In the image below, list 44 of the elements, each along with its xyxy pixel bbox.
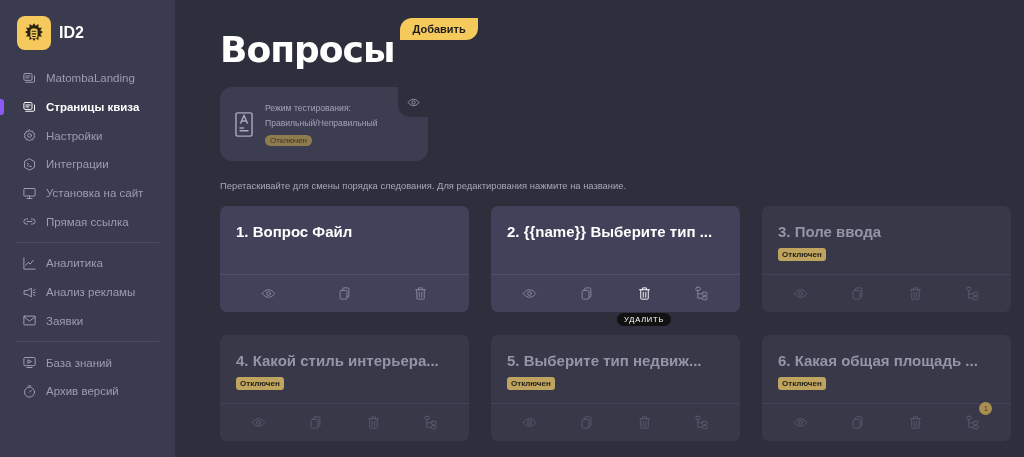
mail-icon (22, 313, 37, 329)
eye-icon[interactable] (522, 286, 538, 301)
brand-name: ID2 (59, 24, 84, 42)
question-card[interactable]: 1. Вопрос Файл (220, 206, 469, 312)
page-title: Вопросы (220, 29, 395, 70)
hint-text: Перетаскивайте для смены порядка следования. Для редактирования нажмите на название. (220, 180, 628, 191)
copy-icon[interactable] (579, 286, 595, 301)
test-mode-label: Режим тестирования: (265, 102, 351, 115)
terminal-icon (22, 156, 37, 172)
status-tag: Отключен (236, 377, 284, 390)
sidebar-item[interactable]: База знаний (0, 348, 175, 377)
add-button[interactable]: Добавить (400, 18, 478, 40)
pages-icon (22, 99, 37, 115)
trash-icon[interactable] (636, 286, 652, 301)
sidebar-item[interactable]: Аналитика (0, 249, 175, 278)
sidebar-item[interactable]: Страницы квиза (0, 92, 175, 122)
status-tag: Отключен (265, 135, 312, 146)
stopwatch-icon (22, 383, 37, 399)
sidebar-item[interactable]: MatombaLanding (0, 64, 175, 93)
status-tag: Отключен (778, 248, 826, 261)
sidebar-item[interactable]: Настройки (0, 121, 175, 151)
sidebar-item[interactable]: Архив версий (0, 376, 175, 406)
sidebar-item[interactable]: Анализ рекламы (0, 277, 175, 307)
question-title[interactable]: 1. Вопрос Файл (236, 223, 353, 240)
monitor-icon (22, 185, 37, 201)
status-tag: Отключен (507, 377, 555, 390)
sidebar-item[interactable]: Прямая ссылка (0, 207, 175, 237)
logo-icon (17, 16, 51, 50)
question-title[interactable]: 2. {{name}} Выберите тип ... (507, 223, 713, 240)
pages-icon (22, 70, 37, 86)
video-icon (22, 355, 37, 371)
branch-icon[interactable] (693, 286, 709, 301)
sidebar-item[interactable]: Установка на сайт (0, 178, 175, 208)
settings-icon (22, 128, 37, 144)
sidebar-item[interactable]: Интеграции (0, 150, 175, 179)
test-mode-card[interactable]: Режим тестирования: Правильный/Неправильный Отключен (220, 87, 428, 161)
copy-icon[interactable] (337, 286, 352, 301)
sidebar-item[interactable]: Заявки (0, 306, 175, 336)
status-tag: Отключен (778, 377, 826, 390)
document-icon (235, 111, 253, 137)
megaphone-icon (22, 284, 37, 300)
chart-icon (22, 255, 37, 271)
eye-icon[interactable] (260, 286, 276, 301)
test-mode-value: Правильный/Неправильный (265, 117, 378, 130)
